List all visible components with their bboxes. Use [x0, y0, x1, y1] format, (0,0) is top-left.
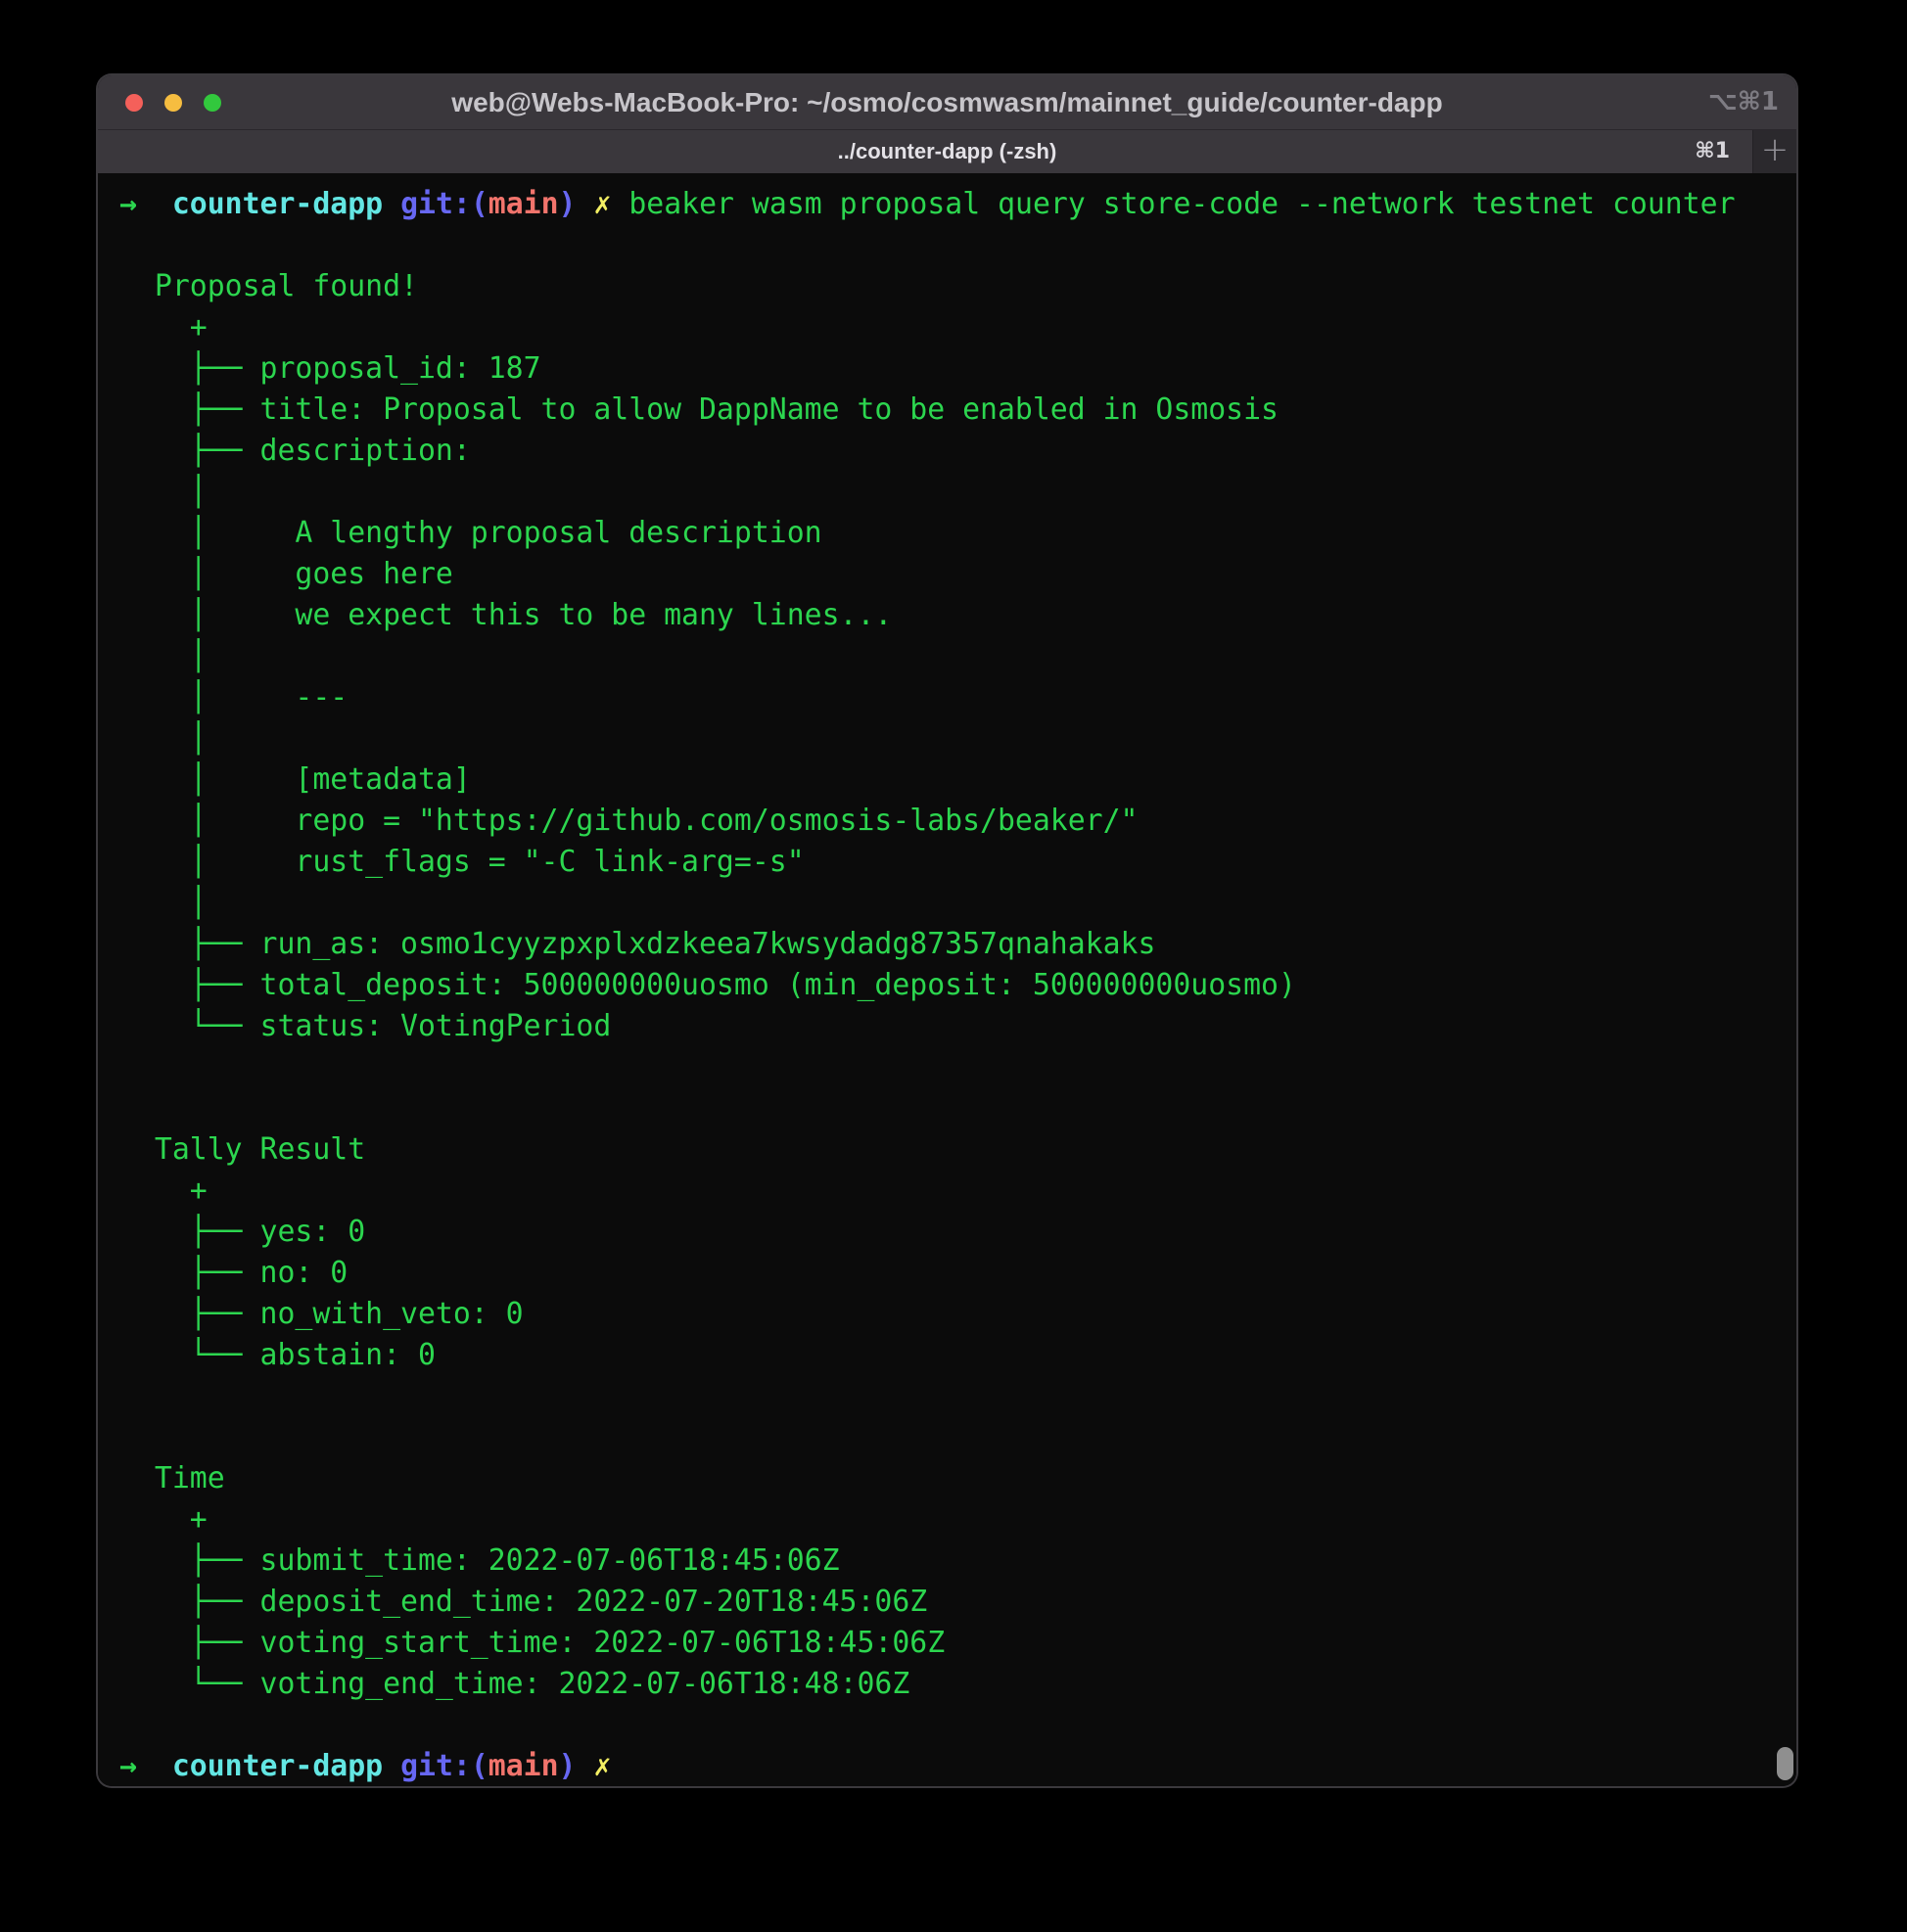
tab-counter-dapp[interactable]: ../counter-dapp (-zsh)	[98, 130, 1796, 173]
tab-shortcut-badge: ⌘1	[1695, 130, 1730, 173]
terminal-content[interactable]: → counter-dapp git:(main) ✗ beaker wasm …	[98, 173, 1796, 1786]
window-title: web@Webs-MacBook-Pro: ~/osmo/cosmwasm/ma…	[98, 75, 1796, 129]
terminal-text: → counter-dapp git:(main) ✗ beaker wasm …	[119, 184, 1736, 1786]
terminal-window: web@Webs-MacBook-Pro: ~/osmo/cosmwasm/ma…	[98, 75, 1796, 1786]
scrollbar-thumb[interactable]	[1777, 1747, 1793, 1780]
plus-icon: +	[1761, 130, 1790, 169]
titlebar[interactable]: web@Webs-MacBook-Pro: ~/osmo/cosmwasm/ma…	[98, 75, 1796, 129]
tab-bar: ../counter-dapp (-zsh) ⌘1 +	[98, 129, 1796, 173]
new-tab-button[interactable]: +	[1752, 130, 1796, 173]
window-shortcut-badge: ⌥⌘1	[1708, 75, 1779, 129]
